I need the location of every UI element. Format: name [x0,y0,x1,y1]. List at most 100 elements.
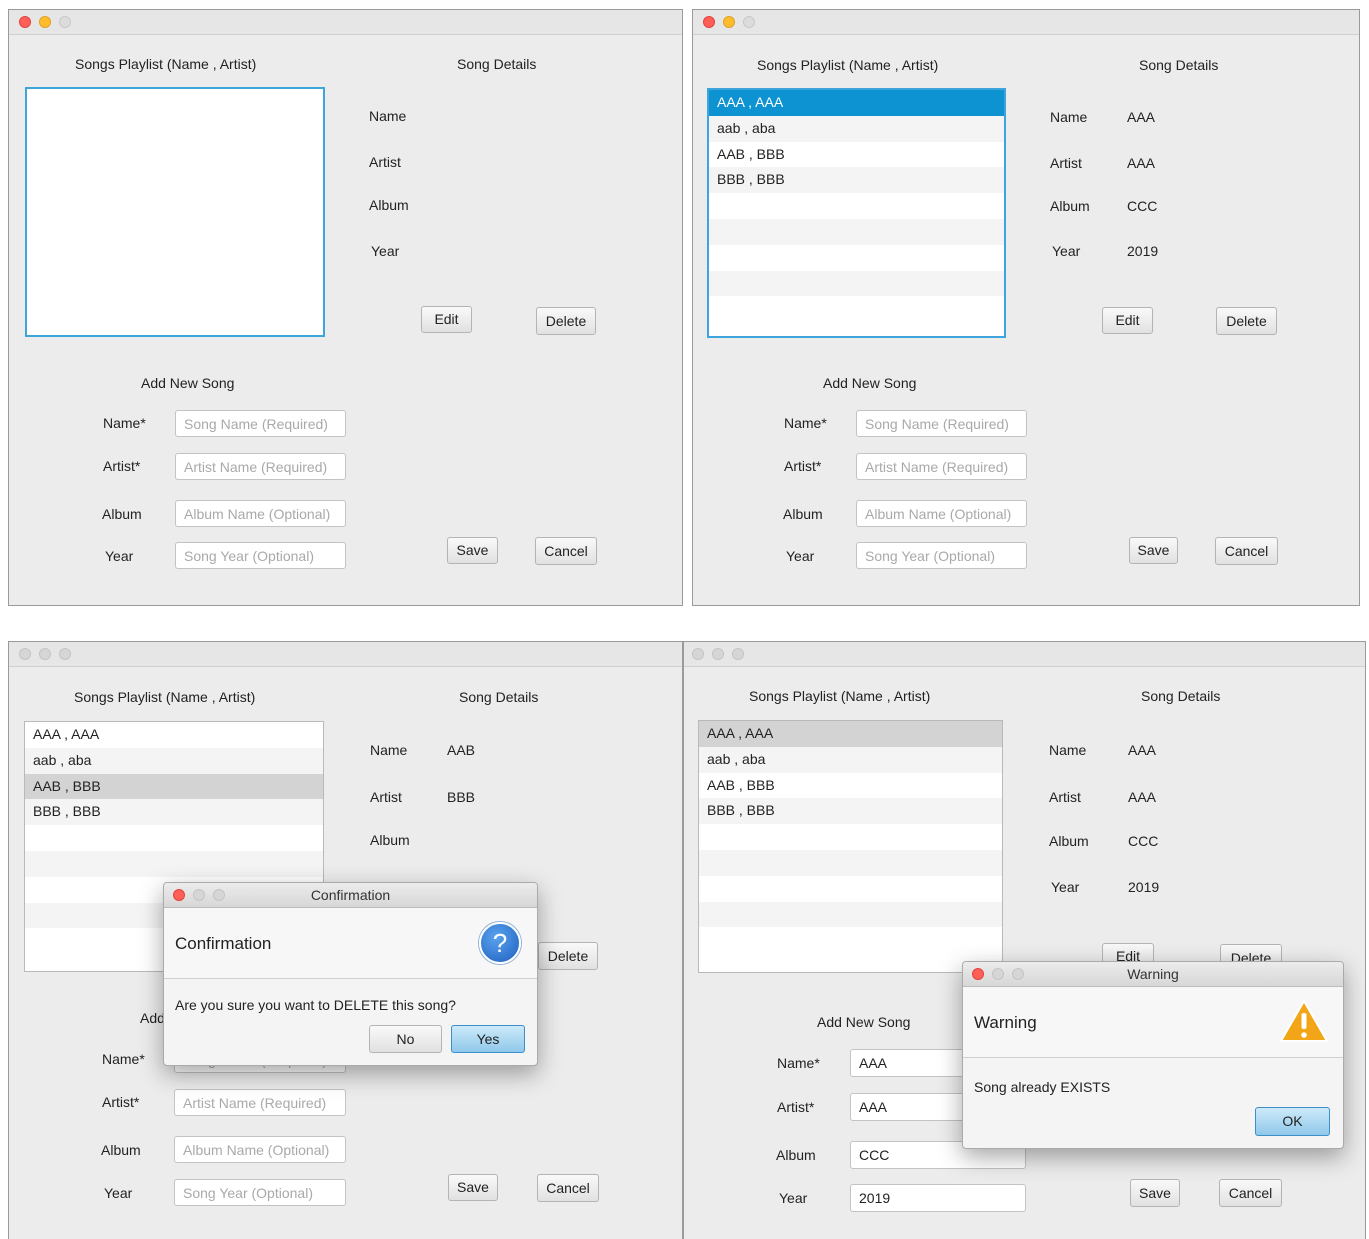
list-item[interactable]: AAB , BBB [709,142,1004,168]
dialog-close-button[interactable] [173,889,185,901]
close-window-button[interactable] [19,648,31,660]
delete-button[interactable]: Delete [1216,307,1277,335]
dialog-header: Warning [963,987,1343,1058]
album-name-input[interactable] [175,500,346,527]
dialog-close-button[interactable] [972,968,984,980]
delete-button[interactable]: Delete [538,942,598,970]
list-item-empty [25,850,323,877]
detail-album-label: Album [1050,198,1090,214]
song-year-input[interactable] [856,542,1027,569]
list-item[interactable]: AAA , AAA [699,721,1002,747]
dialog-message: Song already EXISTS [974,1079,1111,1095]
edit-button[interactable]: Edit [421,306,472,333]
add-artist-label: Artist* [784,458,822,474]
close-window-button[interactable] [19,16,31,28]
no-button[interactable]: No [369,1025,442,1053]
list-item-empty [699,824,1002,850]
song-year-input[interactable] [850,1184,1026,1212]
zoom-window-button[interactable] [59,16,71,28]
details-heading: Song Details [1139,57,1219,73]
list-item-empty [709,296,1004,322]
minimize-window-button[interactable] [712,648,724,660]
add-song-heading: Add New Song [141,375,235,391]
zoom-window-button[interactable] [732,648,744,660]
list-item[interactable]: BBB , BBB [25,799,323,826]
song-year-input[interactable] [175,542,346,569]
save-button[interactable]: Save [447,537,498,564]
question-icon: ? [479,922,521,964]
minimize-window-button[interactable] [39,16,51,28]
list-item[interactable]: BBB , BBB [709,167,1004,194]
list-item[interactable]: AAB , BBB [699,773,1002,799]
delete-button[interactable]: Delete [536,307,596,335]
album-name-input[interactable] [174,1136,346,1163]
artist-name-input[interactable] [175,453,346,480]
list-item[interactable]: AAA , AAA [709,90,1004,116]
dialog-zoom-button[interactable] [1012,968,1024,980]
playlist-heading: Songs Playlist (Name , Artist) [74,689,256,705]
list-item[interactable]: BBB , BBB [699,798,1002,825]
ok-button[interactable]: OK [1255,1107,1330,1136]
list-item[interactable]: aab , aba [709,115,1004,142]
cancel-button[interactable]: Cancel [1219,1179,1282,1207]
list-item[interactable]: AAB , BBB [25,773,323,800]
detail-album-label: Album [369,197,409,213]
song-name-input[interactable] [856,410,1027,437]
dialog-header: Confirmation ? [164,908,537,979]
playlist-heading: Songs Playlist (Name , Artist) [75,56,257,72]
add-song-heading: Add New Song [823,375,917,391]
list-item[interactable]: AAA , AAA [25,722,323,748]
zoom-window-button[interactable] [743,16,755,28]
add-name-label: Name* [102,1051,145,1067]
close-window-button[interactable] [703,16,715,28]
song-list[interactable]: AAA , AAA aab , aba AAB , BBB BBB , BBB [698,720,1003,973]
add-name-label: Name* [777,1055,820,1071]
add-song-heading: Add New Song [817,1014,911,1030]
detail-name-value: AAA [1128,742,1157,758]
edit-button[interactable]: Edit [1102,307,1153,334]
list-item-empty [709,245,1004,271]
save-button[interactable]: Save [448,1174,498,1201]
album-name-input[interactable] [856,500,1027,527]
title-bar [684,642,1365,667]
playlist-heading: Songs Playlist (Name , Artist) [757,57,939,73]
minimize-window-button[interactable] [723,16,735,28]
list-item[interactable]: aab , aba [25,747,323,774]
cancel-button[interactable]: Cancel [537,1174,599,1202]
close-window-button[interactable] [692,648,704,660]
song-list[interactable]: AAA , AAA aab , aba AAB , BBB BBB , BBB [707,88,1006,338]
add-name-label: Name* [784,415,827,431]
cancel-button[interactable]: Cancel [1215,537,1278,565]
save-button[interactable]: Save [1129,537,1178,564]
list-item-empty [699,876,1002,902]
zoom-window-button[interactable] [59,648,71,660]
warning-dialog: Warning Warning Song already EXISTS OK [962,961,1344,1149]
save-button[interactable]: Save [1130,1179,1180,1207]
detail-name-label: Name [369,108,407,124]
add-year-label: Year [104,1185,133,1201]
song-name-input[interactable] [175,410,346,437]
minimize-window-button[interactable] [39,648,51,660]
list-item[interactable]: aab , aba [699,746,1002,773]
yes-button[interactable]: Yes [451,1025,525,1053]
add-artist-label: Artist* [102,1094,140,1110]
detail-name-value: AAA [1127,109,1156,125]
cancel-button[interactable]: Cancel [535,537,597,565]
dialog-minimize-button[interactable] [992,968,1004,980]
dialog-title-bar: Warning [963,962,1343,987]
detail-artist-label: Artist [1049,789,1081,805]
dialog-title: Warning [1127,966,1179,982]
song-list[interactable] [25,87,325,337]
song-year-input[interactable] [174,1179,346,1206]
dialog-zoom-button[interactable] [213,889,225,901]
list-item-empty [699,927,1002,953]
list-item-empty [699,901,1002,928]
artist-name-input[interactable] [856,453,1027,480]
dialog-minimize-button[interactable] [193,889,205,901]
detail-artist-value: BBB [447,789,476,805]
artist-name-input[interactable] [174,1089,346,1116]
detail-artist-label: Artist [370,789,402,805]
warning-icon [1280,1000,1328,1042]
list-item-empty [699,849,1002,876]
detail-album-value: CCC [1127,198,1158,214]
